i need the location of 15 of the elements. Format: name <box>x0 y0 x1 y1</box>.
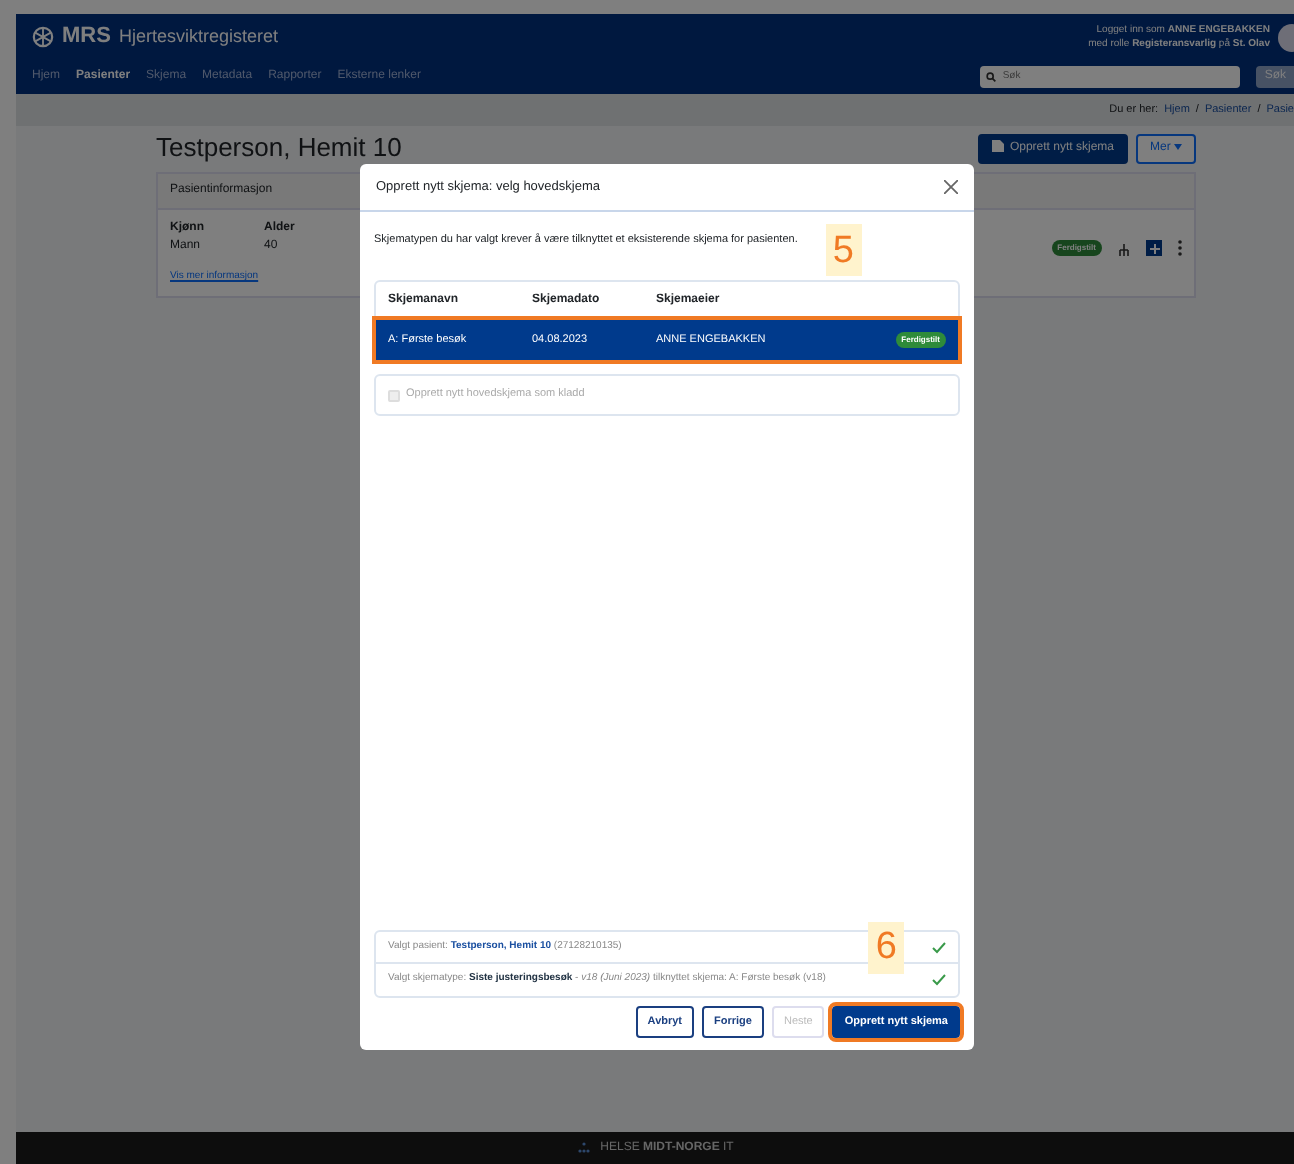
step-number: 6 <box>868 921 904 974</box>
add-button[interactable] <box>1146 240 1162 256</box>
search-icon <box>986 72 997 82</box>
step-number: 5 <box>825 224 862 277</box>
close-button[interactable] <box>944 176 958 198</box>
patient-name: Testperson, Hemit 10 <box>156 134 402 164</box>
check-icon <box>932 974 946 986</box>
logo-icon <box>32 26 54 48</box>
brand-name: MRS <box>62 22 111 53</box>
document-icon <box>991 140 1004 153</box>
check-icon <box>932 941 946 953</box>
caret-icon <box>1174 143 1182 150</box>
logo-icon <box>576 1142 593 1154</box>
hierarchy-icon[interactable] <box>1118 244 1130 256</box>
registry-title: Hjertesviktregisteret <box>118 23 278 50</box>
